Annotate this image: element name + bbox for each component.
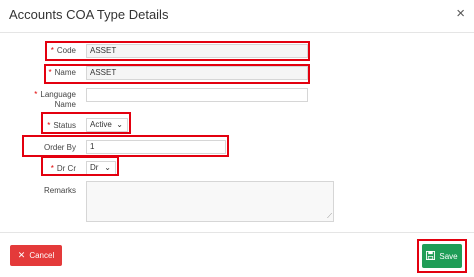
status-label: * Status	[47, 121, 76, 130]
name-label: * Name	[48, 68, 76, 77]
dr-cr-label: * Dr Cr	[50, 164, 76, 173]
order-by-field[interactable]: 1	[86, 140, 226, 154]
code-field[interactable]: ASSET	[86, 44, 308, 58]
close-icon[interactable]: ×	[456, 5, 465, 23]
resize-handle-icon[interactable]: ⟋	[327, 213, 332, 221]
order-by-label: Order By	[43, 143, 76, 152]
remarks-label: Remarks	[43, 186, 76, 195]
cancel-button[interactable]: ✕ Cancel	[10, 245, 62, 266]
language-name-field[interactable]	[86, 88, 308, 102]
language-name-label: * Language Name	[34, 90, 76, 109]
status-select[interactable]: Active ⌄	[86, 118, 128, 132]
name-field[interactable]: ASSET	[86, 66, 308, 80]
save-icon	[426, 250, 436, 262]
close-icon: ✕	[17, 250, 26, 260]
chevron-down-icon: ⌄	[104, 163, 111, 172]
dialog-title: Accounts COA Type Details	[9, 7, 169, 22]
dr-cr-select[interactable]: Dr ⌄	[86, 161, 116, 175]
code-label: * Code	[50, 46, 76, 55]
chevron-down-icon: ⌄	[116, 120, 123, 129]
save-button[interactable]: Save	[422, 244, 462, 268]
dialog-header: Accounts COA Type Details ×	[0, 0, 474, 33]
footer-divider	[0, 232, 474, 233]
remarks-textarea[interactable]: ⟋	[86, 181, 334, 222]
